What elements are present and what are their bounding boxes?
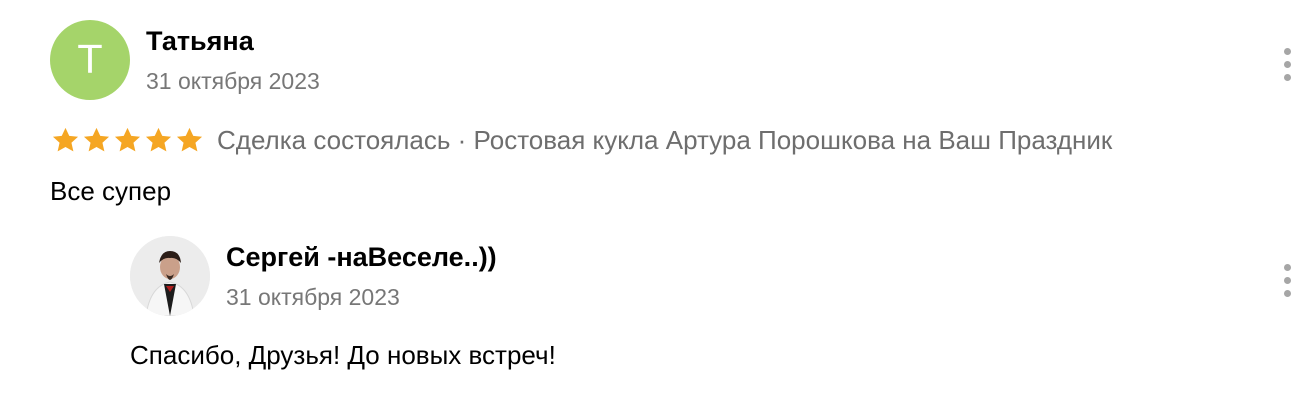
review: Т Татьяна 31 октября 2023 Сделка состоял… [50, 20, 1291, 206]
reply-date: 31 октября 2023 [226, 284, 400, 310]
star-icon [114, 127, 141, 151]
review-text: Все супер [50, 176, 172, 206]
user-photo-icon [130, 236, 210, 316]
reply-author-name[interactable]: Сергей -наВеселе..)) [226, 242, 497, 273]
review-date: 31 октября 2023 [146, 68, 320, 94]
review-card: Т Татьяна 31 октября 2023 Сделка состоял… [0, 0, 1300, 400]
star-icon [176, 127, 203, 151]
author-name[interactable]: Татьяна [146, 26, 254, 57]
avatar[interactable]: Т [50, 20, 130, 100]
review-meta: Сделка состоялась · Ростовая кукла Артур… [50, 120, 1112, 160]
star-icon [145, 127, 172, 151]
reply-text: Спасибо, Друзья! До новых встреч! [130, 340, 556, 370]
more-vertical-icon[interactable] [1280, 48, 1296, 84]
rating-stars [50, 125, 205, 156]
review-header: Т Татьяна 31 октября 2023 [50, 20, 1290, 100]
deal-info: Сделка состоялась · Ростовая кукла Артур… [217, 124, 1113, 155]
avatar[interactable] [130, 236, 210, 316]
avatar-initial: Т [78, 38, 102, 82]
star-icon [83, 127, 110, 151]
star-icon [52, 127, 79, 151]
more-vertical-icon[interactable] [1280, 264, 1296, 300]
